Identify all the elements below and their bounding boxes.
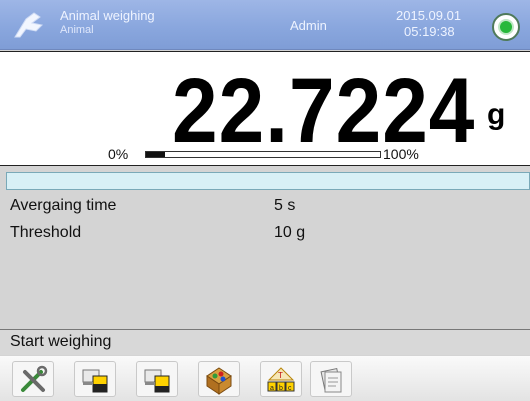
weight-display: 22.7224 g 0% 100% — [0, 51, 530, 166]
info-value: 10 g — [274, 224, 306, 241]
settings-button[interactable] — [12, 361, 54, 397]
scale-logo-icon[interactable] — [12, 9, 46, 41]
date-label: 2015.09.01 — [396, 8, 462, 23]
info-value: 5 s — [274, 197, 296, 214]
range-min-label: 0% — [108, 146, 129, 162]
svg-text:T: T — [278, 371, 283, 380]
weighing-range-fill — [146, 152, 165, 157]
zero-icon — [144, 369, 170, 393]
svg-text:b: b — [279, 385, 283, 392]
report-button[interactable] — [310, 361, 352, 397]
time-label: 05:19:38 — [404, 24, 455, 39]
product-database-button[interactable] — [198, 361, 240, 397]
status-bar: Animal weighing Animal Admin 2015.09.01 … — [0, 0, 530, 50]
range-max-label: 100% — [383, 146, 419, 162]
svg-text:c: c — [288, 385, 292, 392]
function-label-bar: Start weighing — [0, 329, 530, 355]
info-label: Avergaing time — [10, 197, 117, 214]
working-mode-sub-label: Animal — [60, 24, 94, 36]
stability-indicator-icon — [492, 13, 520, 41]
product-database-icon — [206, 367, 232, 395]
settings-tools-icon — [21, 365, 48, 392]
print-abc-button[interactable]: T a b c — [260, 361, 302, 397]
info-label: Threshold — [10, 224, 82, 241]
svg-text:a: a — [270, 385, 274, 392]
print-abc-icon: T a b c — [267, 367, 295, 392]
working-mode-label[interactable]: Animal weighing — [60, 8, 155, 23]
report-icon — [320, 367, 342, 393]
tare-icon — [82, 369, 108, 393]
user-label[interactable]: Admin — [290, 18, 327, 33]
start-weighing-label[interactable]: Start weighing — [10, 333, 111, 351]
weighing-range-bar — [145, 151, 381, 158]
shortcut-toolbar: T a b c — [0, 356, 530, 401]
status-green-dot — [500, 21, 512, 33]
tare-button[interactable] — [74, 361, 116, 397]
weight-unit[interactable]: g — [487, 98, 505, 132]
info-strip — [6, 172, 530, 190]
zero-button[interactable] — [136, 361, 178, 397]
